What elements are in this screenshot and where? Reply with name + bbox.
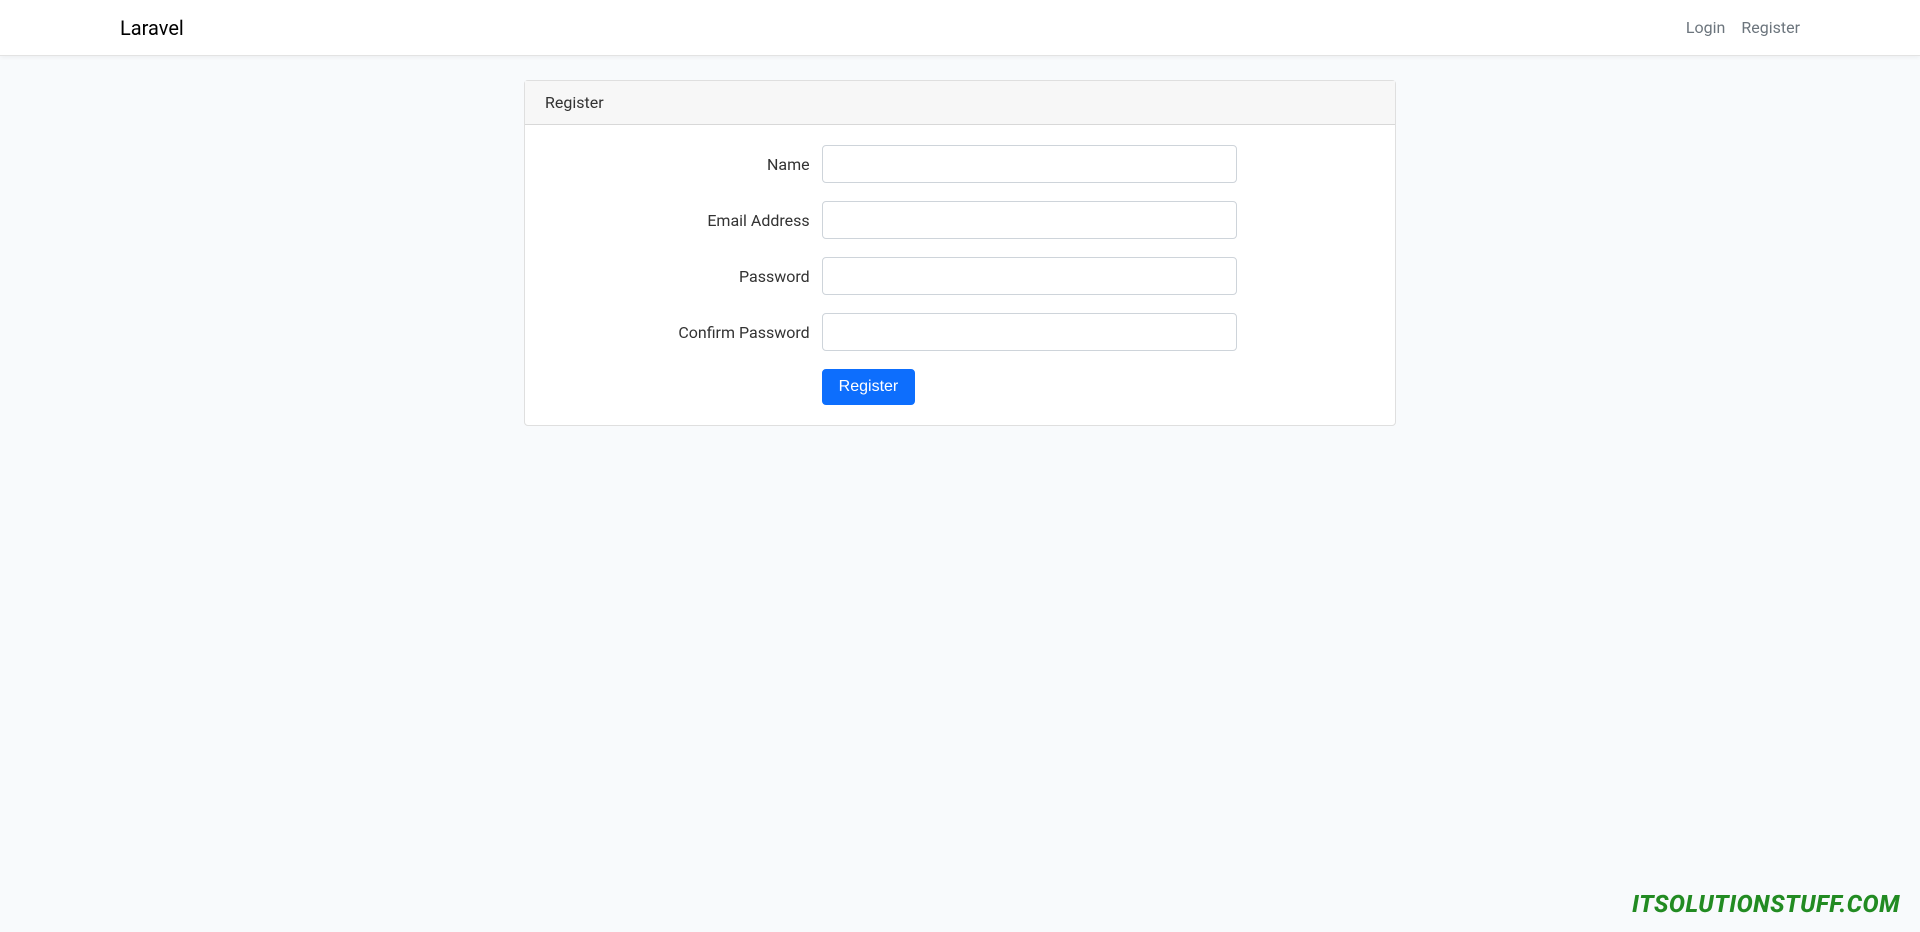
col: Register Name Email Address: [524, 80, 1396, 426]
input-wrapper-email: [822, 201, 1237, 239]
input-wrapper-name: [822, 145, 1237, 183]
register-button[interactable]: Register: [822, 369, 916, 405]
form-group-name: Name: [545, 145, 1375, 183]
card-body: Name Email Address Passwor: [525, 125, 1395, 425]
label-confirm-password: Confirm Password: [545, 323, 822, 342]
password-field[interactable]: [822, 257, 1237, 295]
form-group-confirm-password: Confirm Password: [545, 313, 1375, 351]
navbar: Laravel Login Register: [0, 0, 1920, 56]
nav-link-register[interactable]: Register: [1741, 18, 1800, 37]
label-email: Email Address: [545, 211, 822, 230]
card-header: Register: [525, 81, 1395, 125]
submit-wrapper: Register: [822, 369, 916, 405]
label-password: Password: [545, 267, 822, 286]
watermark: ITSOLUTIONSTUFF.COM: [1632, 890, 1900, 918]
label-name: Name: [545, 155, 822, 174]
input-wrapper-confirm-password: [822, 313, 1237, 351]
form-submit-row: Register: [545, 369, 1375, 405]
row: Register Name Email Address: [302, 80, 1618, 426]
confirm-password-field[interactable]: [822, 313, 1237, 351]
email-field[interactable]: [822, 201, 1237, 239]
form-group-password: Password: [545, 257, 1375, 295]
input-wrapper-password: [822, 257, 1237, 295]
register-form: Name Email Address Passwor: [545, 145, 1375, 405]
form-group-email: Email Address: [545, 201, 1375, 239]
navbar-nav: Login Register: [1686, 18, 1800, 37]
form-submit-offset: [545, 369, 822, 405]
navbar-brand[interactable]: Laravel: [120, 16, 184, 40]
nav-link-login[interactable]: Login: [1686, 18, 1725, 37]
main-container: Register Name Email Address: [290, 56, 1630, 426]
name-field[interactable]: [822, 145, 1237, 183]
register-card: Register Name Email Address: [524, 80, 1396, 426]
